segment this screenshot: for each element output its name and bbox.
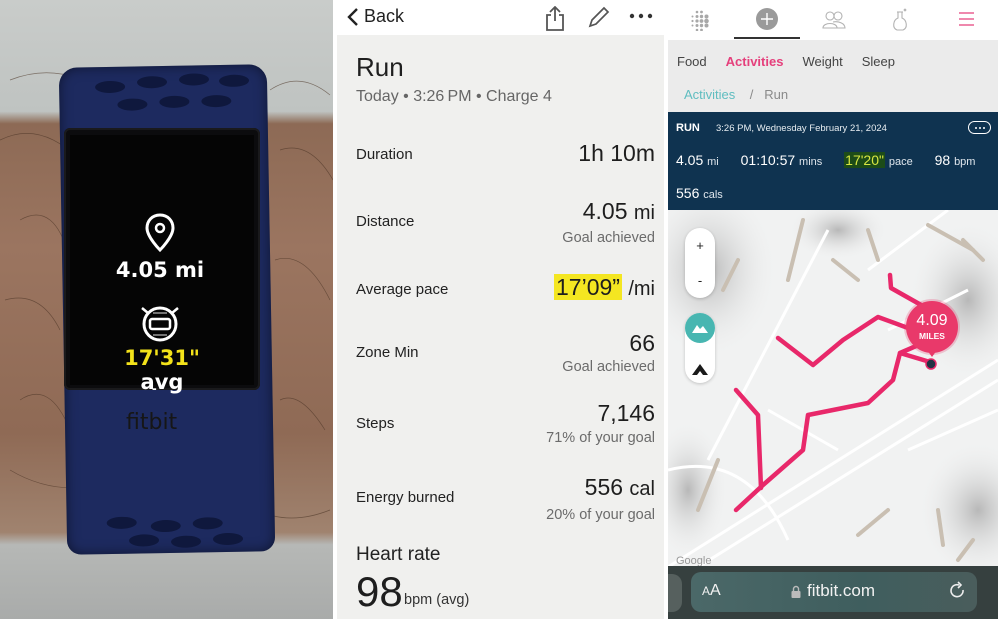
exercise-title: Run xyxy=(356,52,404,82)
stat-value: 7,146 xyxy=(597,400,655,426)
run-calories: 556 cals xyxy=(676,185,723,201)
zoom-control: + - xyxy=(685,228,715,298)
location-pin-icon xyxy=(145,213,175,253)
stat-note: 71% of your goal xyxy=(546,430,655,446)
reader-text-size-button[interactable]: AA xyxy=(702,582,721,600)
tracker-pace-suffix: avg xyxy=(140,370,184,394)
stat-value: 4.05 mi xyxy=(583,198,655,225)
map-layer-button[interactable] xyxy=(685,355,715,383)
web-top-nav xyxy=(668,0,998,40)
breadcrumb-current: Run xyxy=(764,87,789,102)
previous-tab-peek[interactable] xyxy=(668,574,682,612)
browser-toolbar: AA fitbit.com xyxy=(668,566,998,619)
mountain-icon xyxy=(692,325,708,333)
tab-food[interactable]: Food xyxy=(677,54,707,69)
more-icon[interactable] xyxy=(629,12,653,20)
zoom-out-button[interactable]: - xyxy=(685,263,715,298)
stat-label: Energy burned xyxy=(356,489,455,506)
back-label: Back xyxy=(364,6,405,26)
energy-unit: cal xyxy=(629,478,655,500)
tab-activities[interactable]: Activities xyxy=(726,54,784,69)
pace-highlighted-value: 17’09” xyxy=(554,274,622,300)
tracker-photo: 4.05 mi 17'31" avg - fitbit xyxy=(0,0,333,619)
address-bar[interactable]: AA fitbit.com xyxy=(691,572,977,612)
fitbit-web-page: Food Activities Weight Sleep Activities … xyxy=(668,0,998,619)
terrain-map-icon xyxy=(692,363,708,375)
tab-sleep[interactable]: Sleep xyxy=(862,54,895,69)
pace-robot-icon xyxy=(141,306,179,342)
stat-value: 1h 10m xyxy=(578,140,655,166)
add-icon[interactable] xyxy=(756,8,778,30)
stat-value: 17’09” /mi xyxy=(554,274,655,301)
distance-unit: mi xyxy=(633,202,655,224)
url-display[interactable]: fitbit.com xyxy=(791,581,875,601)
stat-value: 556 cal xyxy=(585,474,655,501)
tracker-distance: 4.05 mi xyxy=(115,258,205,282)
friends-icon[interactable] xyxy=(822,10,846,30)
stat-note: Goal achieved xyxy=(562,230,655,246)
map-terrain xyxy=(668,210,998,567)
exercise-subtitle: Today • 3:26 PM • Charge 4 xyxy=(356,88,552,105)
stat-label: Duration xyxy=(356,146,413,163)
run-summary-panel: RUN 3:26 PM, Wednesday February 21, 2024… xyxy=(668,112,998,210)
heart-rate-title: Heart rate xyxy=(356,544,441,565)
heart-rate-unit: bpm (avg) xyxy=(404,592,470,608)
run-distance: 4.05 mi xyxy=(676,152,719,168)
active-nav-indicator xyxy=(734,37,800,39)
distance-badge: 4.09 MILES xyxy=(906,301,958,353)
run-type: RUN xyxy=(676,122,700,134)
run-heart-rate: 98 bpm xyxy=(934,152,976,168)
badge-unit: MILES xyxy=(919,331,945,341)
stat-value: 66 xyxy=(629,330,655,356)
edit-pencil-icon[interactable] xyxy=(586,6,610,30)
pace-unit: /mi xyxy=(628,278,655,300)
reload-icon[interactable] xyxy=(949,581,967,601)
tab-weight[interactable]: Weight xyxy=(802,54,842,69)
stat-label: Zone Min xyxy=(356,344,419,361)
share-icon[interactable] xyxy=(544,6,566,32)
breadcrumb-activities-link[interactable]: Activities xyxy=(684,87,735,102)
fitbit-logo-icon[interactable] xyxy=(689,9,711,31)
chevron-left-icon xyxy=(347,7,358,26)
stat-label: Distance xyxy=(356,213,415,230)
back-button[interactable]: Back xyxy=(346,6,404,27)
tracker-dash: - xyxy=(152,380,157,396)
run-duration: 01:10:57 mins xyxy=(740,152,823,168)
lock-icon xyxy=(791,585,801,598)
app-exercise-summary: Back Run Today • 3:26 PM • Charge 4 Dura… xyxy=(335,0,666,619)
distance-value: 4.05 xyxy=(582,198,628,224)
app-nav-bar: Back xyxy=(337,0,664,35)
stat-note: Goal achieved xyxy=(562,359,655,375)
stat-label: Steps xyxy=(356,415,395,432)
heart-rate-value: 98 xyxy=(356,568,403,615)
map-layer-control xyxy=(685,313,715,383)
run-pace: 17'20" pace xyxy=(844,152,913,168)
zoom-in-button[interactable]: + xyxy=(685,228,715,263)
route-end-marker xyxy=(925,358,937,370)
terrain-layer-button[interactable] xyxy=(685,313,715,343)
run-stats-row: 4.05 mi 01:10:57 mins 17'20" pace 98 bpm xyxy=(676,152,975,168)
labs-flask-icon[interactable] xyxy=(891,8,909,32)
run-datetime: 3:26 PM, Wednesday February 21, 2024 xyxy=(716,123,887,134)
tracker-brand-logo: fitbit xyxy=(126,410,178,435)
badge-pointer xyxy=(927,350,937,357)
badge-value: 4.09 xyxy=(916,312,948,329)
menu-icon[interactable] xyxy=(959,12,974,26)
route-map[interactable]: + - 4.09 MILES Google xyxy=(668,210,998,567)
more-options-button[interactable] xyxy=(968,121,991,134)
tracker-pace: 17'31" avg xyxy=(100,346,224,394)
breadcrumb-separator: / xyxy=(749,87,754,102)
energy-value: 556 xyxy=(584,474,624,500)
tracker-pace-value: 17'31" xyxy=(124,346,200,370)
stat-note: 20% of your goal xyxy=(546,507,655,523)
category-tabs: Food Activities Weight Sleep xyxy=(677,54,895,69)
stat-label: Average pace xyxy=(356,281,449,298)
breadcrumb: Activities / Run xyxy=(684,87,788,102)
url-text: fitbit.com xyxy=(807,581,876,600)
